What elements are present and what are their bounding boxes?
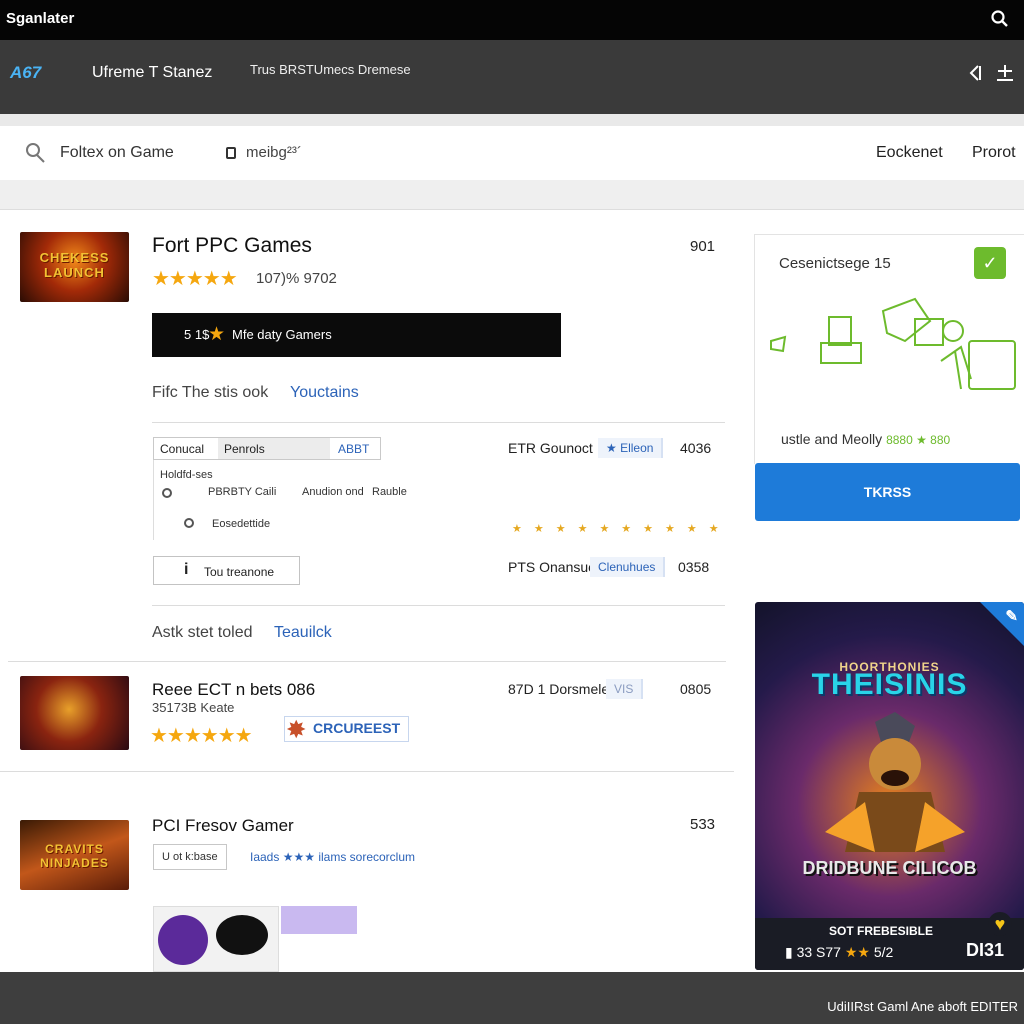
nav-link-1[interactable]: Eockenet — [876, 144, 943, 162]
info-button[interactable]: i Tou treanone — [153, 556, 300, 585]
thumbnail-art-text: CHEKESS LAUNCH — [39, 250, 110, 280]
cta-button[interactable]: ✸ CRCUREEST — [284, 716, 410, 742]
meta-link[interactable]: ★ Elleon — [598, 438, 664, 458]
game-thumbnail[interactable]: CRAVITS NINJADES — [20, 820, 129, 890]
character-art — [825, 712, 965, 852]
featured-footer: SOT FREBESIBLE ▮ 33 S77 ★★ 5/2 DI31 ♥ — [755, 912, 1024, 970]
buy-button[interactable]: 5 1$ ★ Mfe daty Gamers — [152, 313, 561, 357]
app-header: A67 Ufreme T Stanez Trus BRSTUmecs Dreme… — [0, 40, 1024, 114]
meta-link[interactable]: Clenuhues — [590, 557, 666, 577]
game-price: 901 — [690, 238, 716, 255]
media-badge[interactable] — [281, 906, 357, 934]
game-price: 0805 — [680, 681, 712, 697]
tab-2[interactable]: Penrols — [224, 442, 265, 456]
detail-tabs: Conucal Penrols ABBT — [153, 437, 381, 460]
primary-button[interactable]: TKRSS — [755, 463, 1020, 521]
section-label: Fifc The stis ook — [152, 384, 269, 401]
game-title[interactable]: Reee ECT n bets 086 — [152, 680, 315, 700]
game-thumbnail[interactable] — [20, 676, 129, 750]
account-icon[interactable] — [994, 62, 1016, 84]
panel-footer: ustle and Meolly 8880 ★ 880 — [781, 431, 951, 447]
footer-link[interactable]: Teauilck — [274, 624, 332, 642]
favorite-icon[interactable]: ♥ — [988, 912, 1012, 936]
search-icon[interactable] — [990, 9, 1010, 29]
detail-right: Anudion ond — [302, 486, 364, 498]
game-thumbnail[interactable]: CHEKESS LAUNCH — [20, 232, 129, 302]
tab-1[interactable]: Conucal — [160, 442, 204, 456]
featured-subtitle: DRIDBUNE CILICOB — [802, 858, 977, 878]
media-thumb — [216, 915, 268, 955]
divider — [152, 605, 725, 606]
search-input[interactable]: Foltex on Game — [60, 144, 174, 162]
section-link[interactable]: Youctains — [290, 384, 359, 402]
filter-label[interactable]: meibg²³´ — [246, 144, 302, 161]
meta-label: PTS Onansuct — [508, 559, 600, 575]
header-tagline: Trus BRSTUmecs Dremese — [250, 62, 411, 77]
header-divider — [0, 114, 1024, 126]
search-row: Foltex on Game meibg²³´ Eockenet Prorot — [0, 126, 1024, 180]
store-name[interactable]: Ufreme T Stanez — [92, 64, 212, 82]
tab-3[interactable]: ABBT — [338, 442, 369, 456]
nav-link-2[interactable]: Prorot — [972, 144, 1016, 162]
radio-icon[interactable] — [162, 488, 172, 498]
star-icon: ★ — [208, 324, 226, 345]
featured-price: DI31 — [965, 940, 1004, 960]
game-price: 533 — [690, 816, 716, 833]
burst-icon: ✸ — [287, 717, 306, 742]
app-title: Sganlater — [6, 10, 75, 27]
brand-logo[interactable]: A67 — [10, 63, 41, 83]
info-text: Iaads ★★★ ilams sorecorclum — [250, 850, 415, 864]
filter-icon[interactable] — [226, 147, 236, 159]
featured-title: THEISINIS — [811, 668, 968, 701]
meta-label: ETR Gounoct — [508, 440, 593, 456]
share-icon[interactable] — [964, 62, 986, 84]
featured-card[interactable]: ✎ HOORTHONIES THEISINIS DRIDBUNE CILICOB… — [755, 602, 1024, 970]
media-preview[interactable] — [153, 906, 279, 972]
status-text: UdiIIRst Gaml Ane aboft EDITER — [827, 999, 1018, 1014]
section-divider — [0, 180, 1024, 210]
game-title[interactable]: Fort PPC Games — [152, 234, 312, 258]
check-icon[interactable]: ✓ — [974, 247, 1006, 279]
illustration-icon — [770, 297, 1016, 390]
game-title[interactable]: PCI Fresov Gamer — [152, 816, 294, 836]
tag-chip[interactable]: U ot k:base — [153, 844, 227, 870]
game-subtitle: 35173B Keate — [152, 700, 235, 715]
thumbnail-art-text: CRAVITS NINJADES — [40, 842, 109, 870]
radio-icon[interactable] — [184, 518, 194, 528]
detail-link[interactable]: Rauble — [372, 486, 407, 498]
meta-tag[interactable]: VIS — [606, 679, 644, 699]
side-panel: Cesenictsege 15 ✓ ustle and Meolly 8880 … — [754, 234, 1024, 464]
divider — [0, 771, 734, 772]
detail-header: Holdfd-ses — [160, 469, 213, 481]
detail-left: PBRBTY Caili — [208, 486, 277, 498]
panel-title: Cesenictsege 15 — [779, 255, 891, 272]
rating-stars: ★★★★★ — [152, 268, 238, 290]
title-bar: Sganlater — [0, 0, 1024, 40]
divider — [152, 422, 725, 423]
meta-value: 4036 — [680, 440, 712, 456]
status-bar: UdiIIRst Gaml Ane aboft EDITER — [0, 972, 1024, 1024]
meta-value: 0358 — [678, 559, 710, 575]
media-thumb — [158, 915, 208, 965]
rating-dots: ★★★★★★★★★★ — [512, 523, 731, 535]
detail-left: Eosedettide — [212, 518, 271, 530]
rating-count: 107)% 9702 — [256, 270, 337, 287]
back-search-icon[interactable] — [24, 140, 46, 164]
detail-border — [153, 460, 154, 540]
info-icon: i — [184, 561, 189, 578]
rating-stars: ★★★★★★ — [150, 725, 253, 747]
divider — [8, 661, 726, 662]
footer-label: Astk stet toled — [152, 624, 253, 641]
edit-icon[interactable]: ✎ — [1005, 607, 1018, 625]
